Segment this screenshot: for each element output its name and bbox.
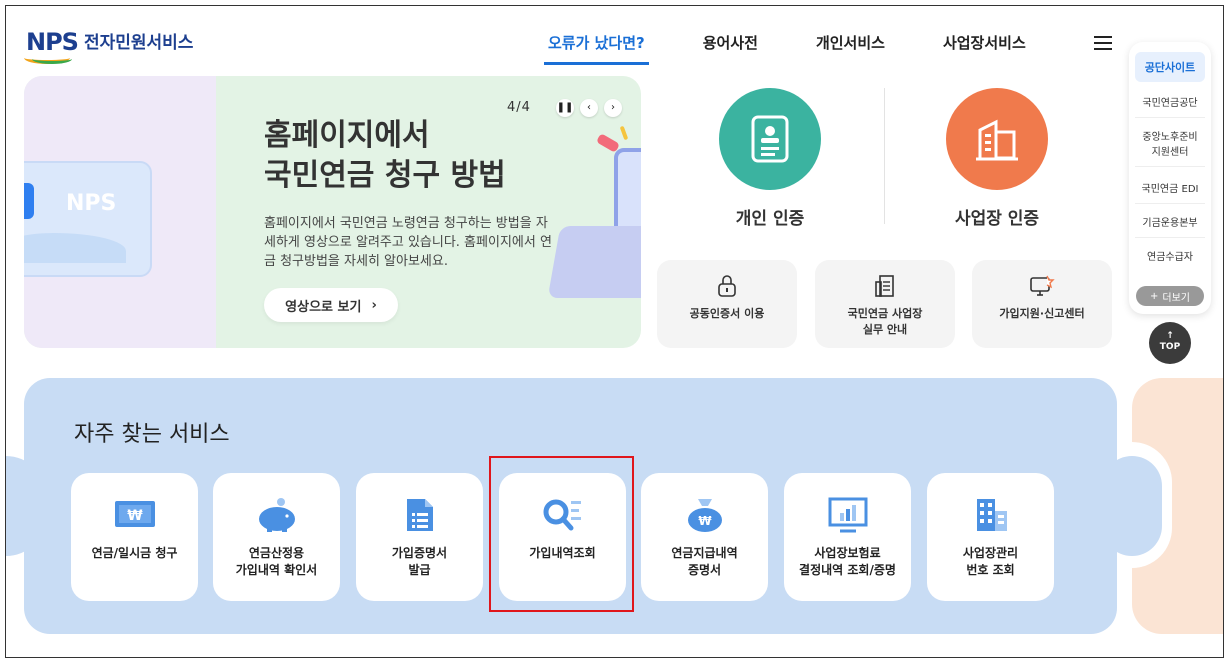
svc-premium-decision[interactable]: 사업장보험료 결정내역 조회/증명 bbox=[784, 473, 911, 601]
banner-description: 홈페이지에서 국민연금 노령연금 청구하는 방법을 자세하게 영상으로 알려주고… bbox=[264, 216, 552, 269]
sidebar-more-label: 더보기 bbox=[1162, 292, 1190, 304]
sidebar-item-edi[interactable]: 국민연금 EDI bbox=[1135, 176, 1205, 204]
cert-divider bbox=[884, 88, 885, 224]
plus-icon: + bbox=[1150, 290, 1159, 302]
svc-payment-history-label: 연금지급내역 증명서 bbox=[671, 546, 738, 577]
svc-enrollment-certificate[interactable]: 가입증명서 발급 bbox=[356, 473, 483, 601]
highlight-box bbox=[489, 456, 634, 612]
sidebar-item-fund[interactable]: 기금운용본부 bbox=[1135, 210, 1205, 238]
svg-text:₩: ₩ bbox=[698, 514, 712, 528]
business-auth[interactable]: 사업장 인증 bbox=[922, 88, 1072, 229]
quick-joint-cert-label: 공동인증서 이용 bbox=[689, 307, 765, 320]
next-icon[interactable]: › bbox=[604, 99, 622, 117]
banner-pager: 4/4 bbox=[507, 100, 531, 115]
nav-glossary[interactable]: 용어사전 bbox=[699, 32, 762, 65]
decor-yellow bbox=[619, 125, 629, 141]
document-icon bbox=[875, 275, 894, 297]
svc-business-number-label: 사업장관리 번호 조회 bbox=[962, 546, 1019, 577]
site-sidebar: 공단사이트 국민연금공단 중앙노후준비 지원센터 국민연금 EDI 기금운용본부… bbox=[1129, 42, 1211, 314]
quick-report-center[interactable]: 가입지원·신고센터 bbox=[972, 260, 1112, 348]
hamburger-icon[interactable] bbox=[1094, 36, 1112, 50]
svc-business-number[interactable]: 사업장관리 번호 조회 bbox=[927, 473, 1054, 601]
logo-mark: NPS bbox=[24, 28, 79, 64]
svc-enrollment-certificate-label: 가입증명서 발급 bbox=[391, 546, 448, 577]
card-logo: NPS bbox=[66, 191, 117, 216]
sidebar-item-retirement-center[interactable]: 중앙노후준비 지원센터 bbox=[1135, 124, 1205, 167]
svc-payment-history[interactable]: ₩ 연금지급내역 증명서 bbox=[641, 473, 768, 601]
piggy-bank-icon bbox=[258, 498, 295, 532]
nps-logo[interactable]: NPS 전자민원서비스 bbox=[24, 28, 194, 64]
svg-text:₩: ₩ bbox=[127, 508, 143, 524]
quick-business-guide[interactable]: 국민연금 사업장 실무 안내 bbox=[815, 260, 955, 348]
chevron-right-icon: › bbox=[371, 297, 377, 313]
quick-business-guide-label: 국민연금 사업장 실무 안내 bbox=[847, 307, 923, 336]
logo-text: 전자민원서비스 bbox=[83, 32, 194, 53]
svc-enrollment-confirm[interactable]: 연금산정용 가입내역 확인서 bbox=[213, 473, 340, 601]
prev-icon[interactable]: ‹ bbox=[580, 99, 598, 117]
sidebar-item-recipient[interactable]: 연금수급자 bbox=[1135, 244, 1205, 271]
main-nav: 오류가 났다면? 용어사전 개인서비스 사업장서비스 bbox=[544, 32, 1080, 65]
nav-personal-service[interactable]: 개인서비스 bbox=[812, 32, 889, 65]
top-label: TOP bbox=[1159, 342, 1181, 352]
quick-report-center-label: 가입지원·신고센터 bbox=[999, 307, 1085, 320]
watch-video-button[interactable]: 영상으로 보기 › bbox=[264, 288, 398, 322]
frequent-services-title: 자주 찾는 서비스 bbox=[74, 422, 230, 447]
watch-video-label: 영상으로 보기 bbox=[285, 299, 362, 315]
banner-left-panel: NPS bbox=[24, 76, 216, 348]
pause-icon[interactable]: ❚❚ bbox=[556, 99, 574, 117]
buildings-icon bbox=[976, 499, 1007, 531]
quick-joint-cert[interactable]: 공동인증서 이용 bbox=[657, 260, 797, 348]
card-chip bbox=[24, 183, 34, 219]
sidebar-more-button[interactable]: + 더보기 bbox=[1136, 286, 1204, 306]
monitor-report-icon bbox=[1030, 275, 1055, 296]
nav-business-service[interactable]: 사업장서비스 bbox=[939, 32, 1030, 65]
card-illustration: NPS bbox=[24, 161, 152, 277]
certificate-file-icon bbox=[406, 499, 433, 531]
won-card-icon: ₩ bbox=[114, 501, 155, 527]
svc-pension-claim[interactable]: ₩ 연금/일시금 청구 bbox=[71, 473, 198, 601]
sidebar-head: 공단사이트 bbox=[1135, 52, 1205, 82]
banner-title: 홈페이지에서 국민연금 청구 방법 bbox=[264, 118, 506, 193]
page-frame: NPS 전자민원서비스 오류가 났다면? 용어사전 개인서비스 사업장서비스 N… bbox=[5, 5, 1224, 658]
card-wave bbox=[24, 233, 126, 263]
logo-swoosh-green bbox=[32, 54, 72, 64]
personal-auth-label: 개인 인증 bbox=[735, 209, 805, 229]
laptop-illustration bbox=[547, 226, 641, 298]
personal-auth[interactable]: 개인 인증 bbox=[695, 88, 845, 229]
arrow-up-icon: ↑ bbox=[1166, 331, 1174, 341]
business-auth-label: 사업장 인증 bbox=[954, 209, 1040, 229]
id-card-icon bbox=[719, 88, 821, 190]
nav-error-help[interactable]: 오류가 났다면? bbox=[544, 32, 649, 65]
svc-pension-claim-label: 연금/일시금 청구 bbox=[91, 546, 178, 560]
svc-enrollment-confirm-label: 연금산정용 가입내역 확인서 bbox=[235, 546, 318, 577]
scroll-top-button[interactable]: ↑ TOP bbox=[1149, 322, 1191, 364]
sidebar-item-nps[interactable]: 국민연금공단 bbox=[1135, 90, 1205, 118]
chart-monitor-icon bbox=[828, 497, 867, 533]
building-icon bbox=[946, 88, 1048, 190]
main-banner: NPS 4/4 ❚❚ ‹ › 홈페이지에서 국민연금 청구 방법 홈페이지에서 … bbox=[24, 76, 641, 348]
lock-icon bbox=[718, 275, 736, 297]
svc-premium-decision-label: 사업장보험료 결정내역 조회/증명 bbox=[799, 546, 896, 577]
money-bag-icon: ₩ bbox=[687, 499, 722, 532]
